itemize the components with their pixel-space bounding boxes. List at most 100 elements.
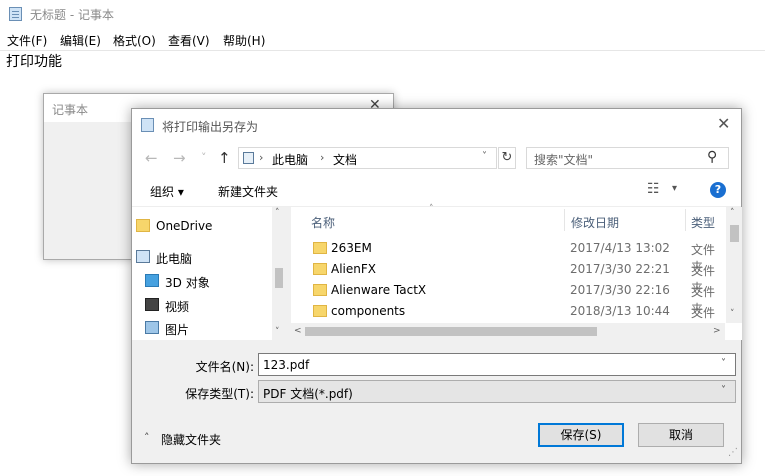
computer-icon (136, 250, 150, 263)
breadcrumb-this-pc[interactable]: 此电脑 (272, 151, 308, 168)
nav-pane-scrollbar[interactable]: ˄ ˅ (272, 207, 286, 340)
column-header-name[interactable]: 名称 (311, 214, 335, 231)
chevron-down-icon[interactable]: ˅ (721, 358, 726, 369)
filename-value: 123.pdf (263, 358, 310, 372)
save-dialog-title: 将打印输出另存为 (162, 120, 259, 134)
filename-input[interactable]: 123.pdf ˅ (258, 353, 736, 376)
new-folder-button[interactable]: 新建文件夹 (218, 183, 278, 200)
picture-icon (145, 321, 159, 334)
nav-item-3d-objects[interactable]: 3D 对象 (145, 274, 210, 291)
notepad-icon (9, 7, 22, 21)
hide-folders-label: 隐藏文件夹 (161, 433, 222, 447)
breadcrumb-documents[interactable]: 文档 (333, 151, 357, 168)
filetype-value: PDF 文档(*.pdf) (263, 387, 353, 401)
sort-ascending-icon: ˄ (429, 204, 434, 214)
back-arrow-icon[interactable]: ← (145, 149, 158, 167)
notepad-icon (141, 118, 154, 132)
nav-item-onedrive[interactable]: OneDrive (136, 219, 213, 233)
filetype-label: 保存类型(T): (185, 387, 254, 401)
organize-button[interactable]: 组织 ▾ (150, 183, 184, 200)
column-header-type[interactable]: 类型 (691, 214, 715, 231)
nav-item-pictures[interactable]: 图片 (145, 321, 190, 338)
file-name: Alienware TactX (331, 283, 427, 297)
save-dialog-titlebar: 将打印输出另存为 ✕ (132, 109, 741, 141)
menu-view[interactable]: 查看(V) (168, 32, 210, 49)
menu-file[interactable]: 文件(F) (7, 32, 47, 49)
cancel-button[interactable]: 取消 (638, 423, 724, 447)
nav-item-label: 视频 (165, 300, 190, 314)
scroll-thumb[interactable] (275, 268, 283, 288)
file-name: 263EM (331, 241, 372, 255)
folder-icon (313, 284, 327, 296)
address-bar[interactable]: › 此电脑 › 文档 ˅ (238, 147, 497, 169)
column-divider[interactable] (564, 209, 565, 231)
save-button[interactable]: 保存(S) (538, 423, 624, 447)
file-list-scrollbar[interactable]: ˄ ˅ (726, 207, 742, 323)
notepad-titlebar: 无标题 - 记事本 (0, 0, 765, 28)
file-date: 2017/3/30 22:16 (570, 283, 670, 297)
file-row[interactable]: 263EM 2017/4/13 13:02 文件夹 (291, 238, 726, 274)
file-date: 2017/4/13 13:02 (570, 241, 670, 255)
view-options-icon[interactable]: ☷ (647, 181, 660, 197)
scroll-up-icon[interactable]: ˄ (730, 208, 735, 218)
nav-item-label: OneDrive (156, 219, 213, 233)
view-dropdown-icon[interactable]: ▾ (672, 183, 677, 194)
navigation-pane: OneDrive 此电脑 3D 对象 视频 图片 ˄ ˅ (132, 207, 286, 340)
menu-edit[interactable]: 编辑(E) (60, 32, 101, 49)
folder-icon (136, 219, 150, 232)
file-list-horizontal-scrollbar[interactable]: < > (291, 323, 725, 340)
folder-icon (313, 263, 327, 275)
refresh-icon[interactable]: ↻ (498, 147, 516, 169)
filetype-select[interactable]: PDF 文档(*.pdf) ˅ (258, 380, 736, 403)
file-name: AlienFX (331, 262, 376, 276)
scroll-down-icon[interactable]: ˅ (730, 309, 735, 319)
scroll-thumb[interactable] (730, 225, 739, 242)
column-header-date[interactable]: 修改日期 (571, 214, 619, 231)
resize-grip-icon[interactable]: ⋰ (728, 447, 738, 458)
text-editor-content[interactable]: 打印功能 (6, 51, 62, 71)
forward-arrow-icon[interactable]: → (173, 149, 186, 167)
nav-item-label: 此电脑 (156, 252, 193, 266)
menu-divider (0, 50, 765, 51)
search-icon[interactable]: ⚲ (707, 149, 717, 165)
breadcrumb-chevron-icon[interactable]: › (259, 151, 263, 164)
file-date: 2018/3/13 10:44 (570, 304, 670, 318)
help-icon[interactable]: ? (710, 182, 726, 198)
search-placeholder: 搜索"文档" (534, 153, 594, 167)
address-dropdown-icon[interactable]: ˅ (482, 151, 487, 162)
nav-item-this-pc[interactable]: 此电脑 (136, 250, 193, 267)
window-title: 无标题 - 记事本 (30, 8, 114, 22)
command-toolbar: 组织 ▾ 新建文件夹 ☷ ▾ ? (132, 175, 741, 207)
filename-label: 文件名(N): (195, 360, 254, 374)
folder-icon (313, 305, 327, 317)
video-icon (145, 298, 159, 311)
scroll-right-icon[interactable]: > (713, 326, 721, 336)
scroll-left-icon[interactable]: < (294, 326, 302, 336)
up-arrow-icon[interactable]: ↑ (218, 149, 231, 167)
file-row[interactable]: components 2018/3/13 10:44 文件夹 (291, 301, 726, 337)
close-icon[interactable]: ✕ (717, 114, 730, 133)
breadcrumb-chevron-icon[interactable]: › (320, 151, 324, 164)
computer-icon (243, 152, 254, 164)
navigation-bar: ← → ˅ ↑ › 此电脑 › 文档 ˅ ↻ 搜索"文档" ⚲ (132, 141, 741, 175)
scroll-thumb[interactable] (305, 327, 597, 336)
printing-dialog-title: 记事本 (52, 103, 89, 117)
search-input[interactable]: 搜索"文档" ⚲ (526, 147, 729, 169)
nav-item-label: 图片 (165, 323, 190, 337)
column-divider[interactable] (685, 209, 686, 231)
folder-icon (313, 242, 327, 254)
menu-format[interactable]: 格式(O) (113, 32, 156, 49)
nav-item-videos[interactable]: 视频 (145, 298, 190, 315)
scroll-down-icon[interactable]: ˅ (275, 327, 280, 337)
recent-locations-chevron-icon[interactable]: ˅ (201, 151, 207, 164)
scroll-up-icon[interactable]: ˄ (275, 208, 280, 218)
dialog-footer: ˄ 隐藏文件夹 保存(S) 取消 (132, 414, 741, 463)
nav-item-label: 3D 对象 (165, 276, 210, 290)
file-row[interactable]: AlienFX 2017/3/30 22:21 文件夹 (291, 259, 726, 295)
cube-icon (145, 274, 159, 287)
file-row[interactable]: Alienware TactX 2017/3/30 22:16 文件夹 (291, 280, 726, 316)
file-date: 2017/3/30 22:21 (570, 262, 670, 276)
chevron-up-icon: ˄ (144, 431, 150, 444)
chevron-down-icon[interactable]: ˅ (721, 385, 726, 396)
menu-help[interactable]: 帮助(H) (223, 32, 265, 49)
